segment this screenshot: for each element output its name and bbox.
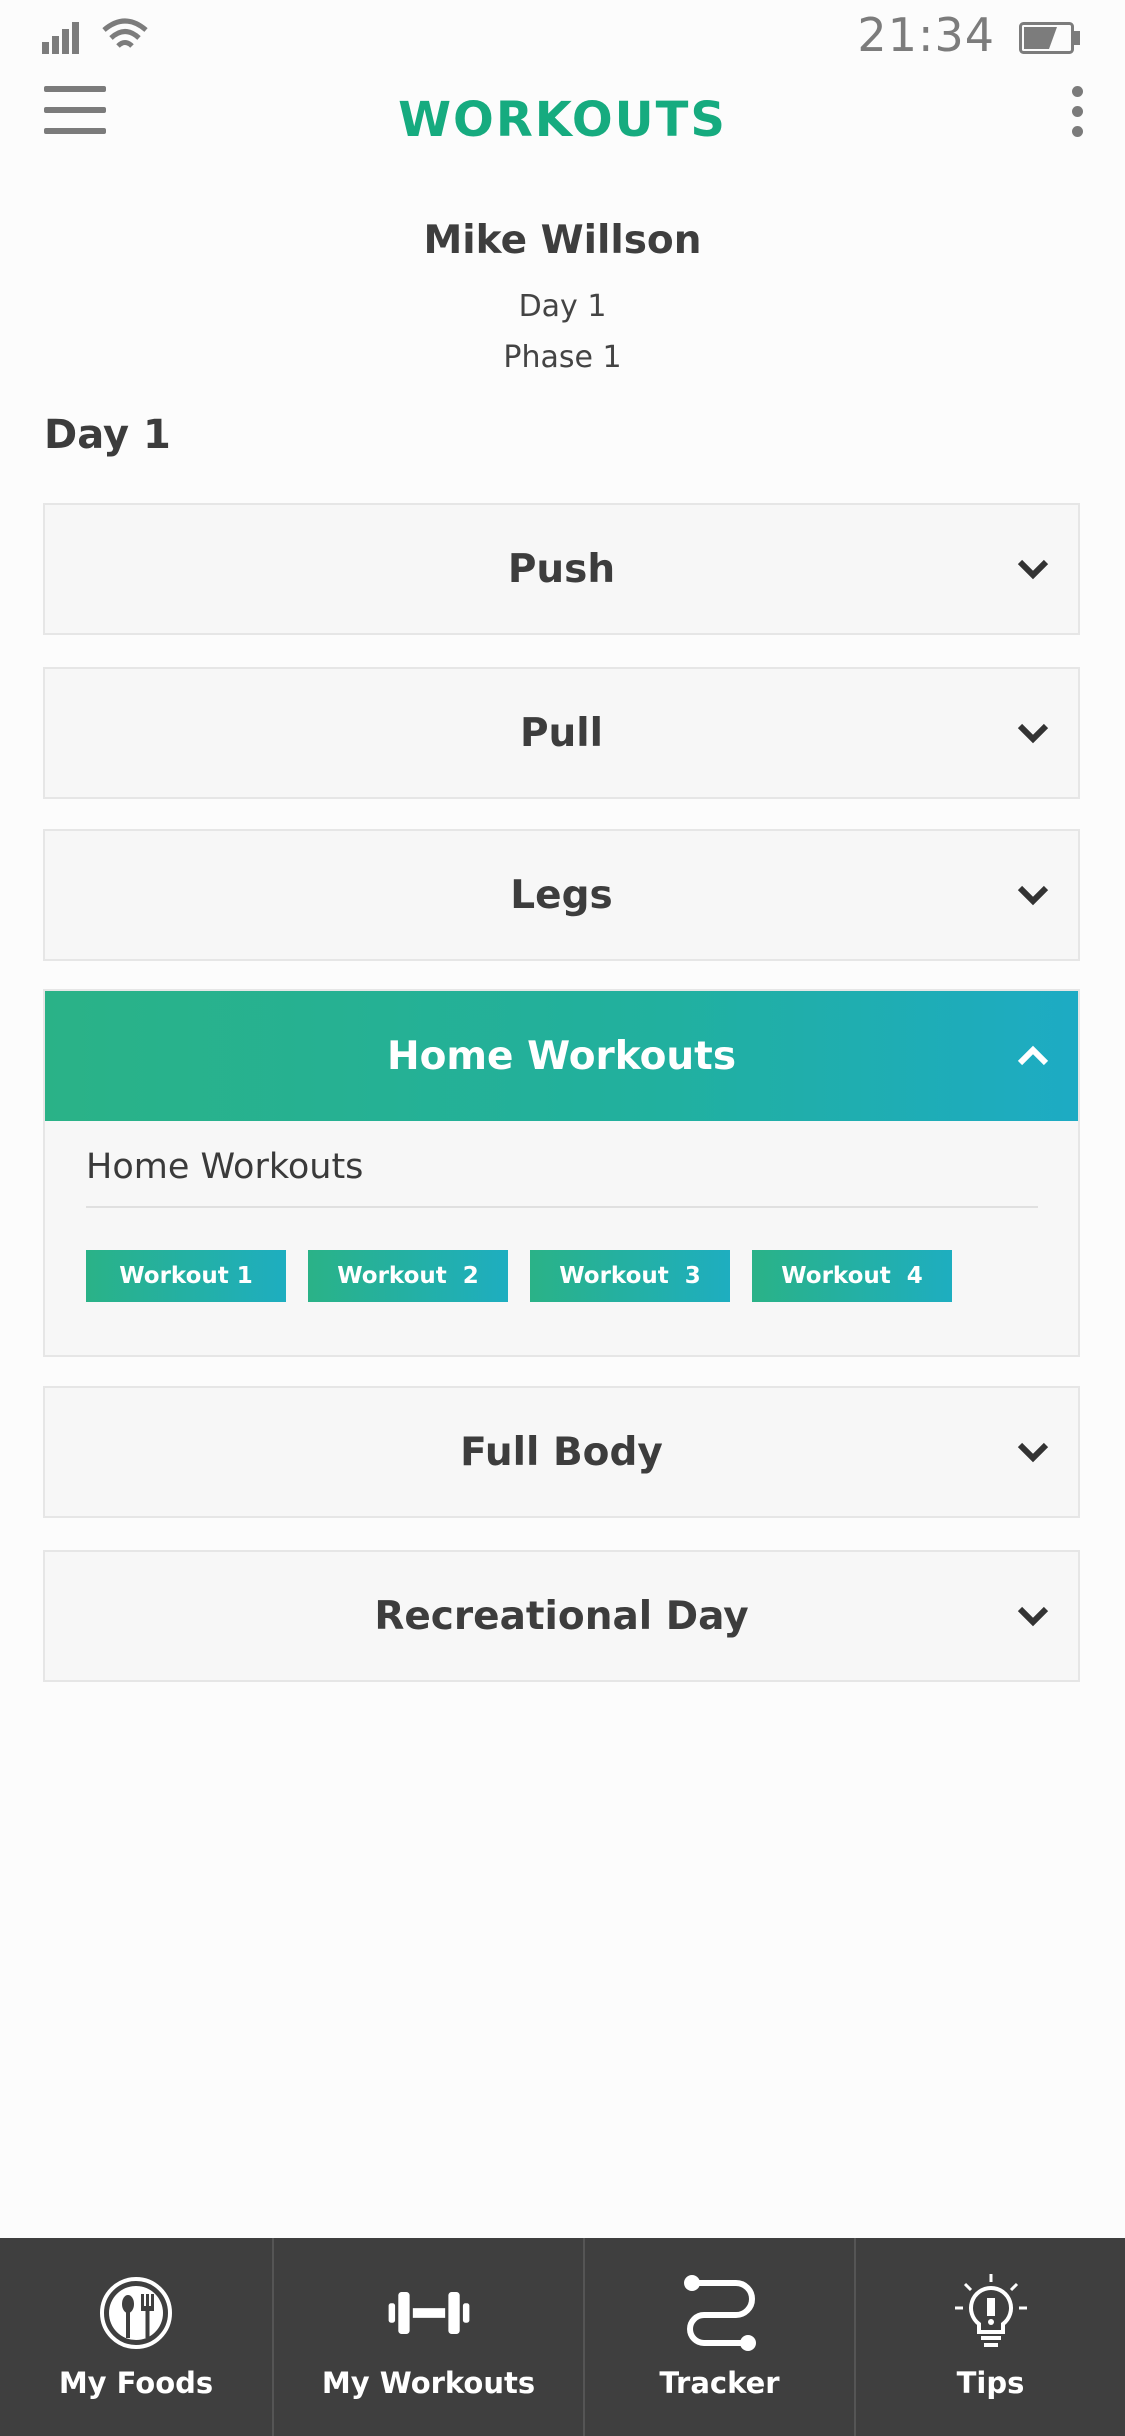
category-header[interactable]: Push (45, 505, 1078, 633)
category-label: Pull (519, 710, 604, 756)
category-label: Home Workouts (386, 1033, 737, 1079)
user-name: Mike Willson (423, 218, 702, 263)
current-day: Day 1 (518, 289, 607, 324)
nav-my-workouts[interactable]: My Workouts (272, 2238, 583, 2436)
workout-button-row: Workout 1 Workout 2 Workout 3 Workout 4 (86, 1250, 952, 1302)
category-label: Legs (510, 872, 613, 918)
workout-4-button[interactable]: Workout 4 (752, 1250, 952, 1302)
nav-my-foods[interactable]: My Foods (0, 2238, 272, 2436)
category-home-workouts[interactable]: Home Workouts Home Workouts Workout 1 Wo… (43, 989, 1080, 1357)
chevron-down-icon (1017, 1442, 1049, 1463)
section-title: Day 1 (44, 412, 171, 458)
signal-icon (42, 22, 79, 54)
workout-3-button[interactable]: Workout 3 (530, 1250, 730, 1302)
category-header[interactable]: Home Workouts (45, 991, 1078, 1121)
category-content: Home Workouts Workout 1 Workout 2 Workou… (45, 1121, 1078, 1355)
more-options-icon[interactable] (1065, 86, 1089, 137)
chevron-down-icon (1017, 1606, 1049, 1627)
category-header[interactable]: Recreational Day (45, 1552, 1078, 1680)
category-pull[interactable]: Pull (43, 667, 1080, 799)
status-time: 21:34 (857, 8, 995, 62)
current-phase: Phase 1 (503, 340, 622, 375)
page-title: WORKOUTS (398, 92, 727, 148)
app-header: WORKOUTS (0, 80, 1125, 170)
foods-icon (94, 2274, 178, 2352)
battery-icon (1019, 22, 1080, 54)
bottom-navigation: My Foods My Workouts Tracker Tips (0, 2238, 1125, 2436)
nav-tips[interactable]: Tips (854, 2238, 1125, 2436)
category-header[interactable]: Pull (45, 669, 1078, 797)
category-header[interactable]: Legs (45, 831, 1078, 959)
nav-tracker[interactable]: Tracker (583, 2238, 854, 2436)
profile-summary: Mike Willson Day 1 Phase 1 (0, 218, 1125, 375)
lightbulb-icon (949, 2274, 1033, 2352)
nav-label: My Foods (58, 2366, 214, 2400)
dumbbell-icon (387, 2274, 471, 2352)
divider (86, 1206, 1038, 1208)
category-full-body[interactable]: Full Body (43, 1386, 1080, 1518)
workout-1-button[interactable]: Workout 1 (86, 1250, 286, 1302)
tracker-icon (678, 2274, 762, 2352)
category-label: Recreational Day (374, 1593, 749, 1639)
category-recreational-day[interactable]: Recreational Day (43, 1550, 1080, 1682)
chevron-down-icon (1017, 559, 1049, 580)
wifi-icon (102, 18, 148, 48)
workouts-screen: 21:34 WORKOUTS Mike Willson Day 1 Phase … (0, 0, 1125, 2436)
workout-2-button[interactable]: Workout 2 (308, 1250, 508, 1302)
category-header[interactable]: Full Body (45, 1388, 1078, 1516)
category-legs[interactable]: Legs (43, 829, 1080, 961)
chevron-down-icon (1017, 723, 1049, 744)
workout-group-title: Home Workouts (86, 1147, 364, 1187)
nav-label: Tips (956, 2366, 1025, 2400)
nav-label: My Workouts (321, 2366, 536, 2400)
status-bar: 21:34 (0, 0, 1125, 80)
nav-label: Tracker (659, 2366, 780, 2400)
chevron-up-icon (1017, 1045, 1049, 1066)
chevron-down-icon (1017, 885, 1049, 906)
category-label: Push (507, 546, 616, 592)
category-label: Full Body (460, 1429, 663, 1475)
category-push[interactable]: Push (43, 503, 1080, 635)
